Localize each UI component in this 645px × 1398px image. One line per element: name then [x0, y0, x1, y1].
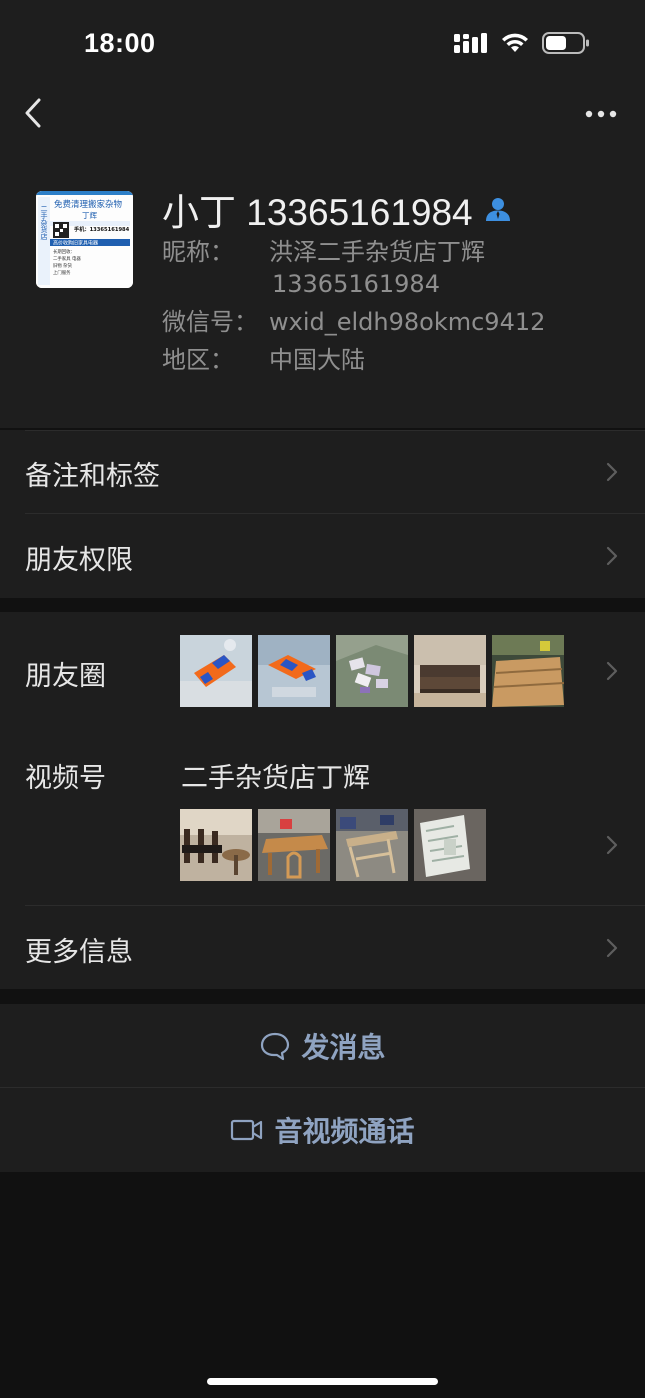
avatar-body-line-2: 二手家具 电器: [53, 255, 81, 262]
friend-permissions-label: 朋友权限: [25, 545, 133, 576]
content-group: 朋友圈 视频号 二手杂货店丁辉 更多信息: [0, 612, 645, 989]
moments-thumbnail: [180, 635, 252, 707]
wechat-id-row: 微信号： wxid_eldh98okmc9412: [162, 306, 622, 338]
name-row: 小丁 13365161984: [162, 182, 513, 236]
nickname-label: 昵称：: [162, 238, 234, 266]
more-info-label: 更多信息: [25, 937, 133, 968]
nickname-row: 昵称： 洪泽二手杂货店丁辉 13365161984: [162, 236, 622, 300]
channels-row[interactable]: 视频号 二手杂货店丁辉: [0, 732, 645, 904]
status-icons: [454, 31, 590, 55]
photo-wood-table-chairs: [258, 809, 330, 881]
moments-thumbnail: [414, 635, 486, 707]
avatar-body-line-4: 上门服务: [53, 269, 71, 276]
avatar-name-text: 丁辉: [82, 211, 97, 220]
more-button[interactable]: [581, 104, 621, 124]
remarks-tags-label: 备注和标签: [25, 461, 160, 492]
status-bar: 18:00: [0, 0, 645, 90]
photo-paper-box: [414, 809, 486, 881]
moments-thumbnail: [258, 635, 330, 707]
channel-thumbnail: [180, 809, 252, 881]
channel-thumbnail: [336, 809, 408, 881]
wifi-icon: [502, 33, 528, 52]
photo-orange-toy: [180, 635, 252, 707]
profile-card: 免费清理搬家杂物 丁辉 手机：13365161984 高价收购旧家具电器 长期回…: [0, 90, 645, 428]
photo-sofa: [414, 635, 486, 707]
moments-row[interactable]: 朋友圈: [0, 612, 645, 730]
status-time: 18:00: [84, 28, 156, 58]
avatar-slogan-text: 高价收购旧家具电器: [53, 240, 98, 247]
video-call-label: 音视频通话: [274, 1115, 415, 1148]
battery-icon: [542, 32, 589, 54]
send-message-button[interactable]: 发消息: [0, 1004, 645, 1088]
moments-thumbnail: [492, 635, 564, 707]
moments-thumbnail: [336, 635, 408, 707]
remarks-tags-row[interactable]: 备注和标签: [0, 430, 645, 514]
settings-group: 备注和标签 朋友权限: [0, 430, 645, 598]
wechat-id-label: 微信号：: [162, 308, 258, 336]
chevron-right-icon: [606, 462, 618, 482]
video-camera-icon: [231, 1119, 263, 1141]
chevron-right-icon: [606, 546, 618, 566]
photo-bag-items: [336, 635, 408, 707]
back-button[interactable]: [20, 96, 60, 132]
cellular-signal-icon: [454, 33, 487, 53]
channel-thumbnail: [258, 809, 330, 881]
moments-label: 朋友圈: [25, 661, 106, 692]
photo-furniture-pile: [336, 809, 408, 881]
chevron-right-icon: [606, 835, 618, 855]
profile-info: 昵称： 洪泽二手杂货店丁辉 13365161984 微信号： wxid_eldh…: [162, 236, 622, 382]
contact-person-icon: [485, 198, 510, 221]
nickname-value-line-2: 13365161984: [272, 270, 440, 298]
chat-bubble-icon: [261, 1032, 290, 1061]
send-message-label: 发消息: [301, 1031, 386, 1064]
avatar-business-card-image: 免费清理搬家杂物 丁辉 手机：13365161984 高价收购旧家具电器 长期回…: [36, 191, 133, 288]
avatar-header-text: 免费清理搬家杂物: [54, 199, 123, 210]
chevron-left-icon: [25, 98, 41, 128]
wechat-id-value[interactable]: wxid_eldh98okmc9412: [269, 306, 545, 338]
channel-thumbnail: [414, 809, 486, 881]
avatar[interactable]: 免费清理搬家杂物 丁辉 手机：13365161984 高价收购旧家具电器 长期回…: [36, 191, 133, 288]
display-name: 小丁 13365161984: [162, 192, 473, 233]
photo-wood-tables: [492, 635, 564, 707]
region-value: 中国大陆: [269, 346, 365, 374]
nickname-value-line-1: 洪泽二手杂货店丁辉: [269, 238, 485, 266]
avatar-phone-text: 手机：13365161984: [74, 225, 130, 233]
more-dots-icon: [585, 110, 617, 118]
friend-permissions-row[interactable]: 朋友权限: [0, 514, 645, 598]
region-row: 地区： 中国大陆: [162, 344, 622, 376]
photo-orange-toy-2: [258, 635, 330, 707]
more-info-row[interactable]: 更多信息: [0, 906, 645, 990]
channels-label: 视频号: [25, 763, 106, 794]
chevron-right-icon: [606, 938, 618, 958]
chevron-right-icon: [606, 661, 618, 681]
avatar-body-line-3: 旧物 杂货: [53, 262, 73, 269]
avatar-vertical-text: 二手杂货店: [40, 205, 48, 241]
channel-name: 二手杂货店丁辉: [181, 763, 370, 794]
region-label: 地区：: [162, 346, 234, 374]
home-indicator[interactable]: [207, 1378, 438, 1385]
avatar-body-line-1: 长期回收：: [53, 248, 75, 255]
photo-dining-chairs: [180, 809, 252, 881]
video-call-button[interactable]: 音视频通话: [0, 1088, 645, 1172]
